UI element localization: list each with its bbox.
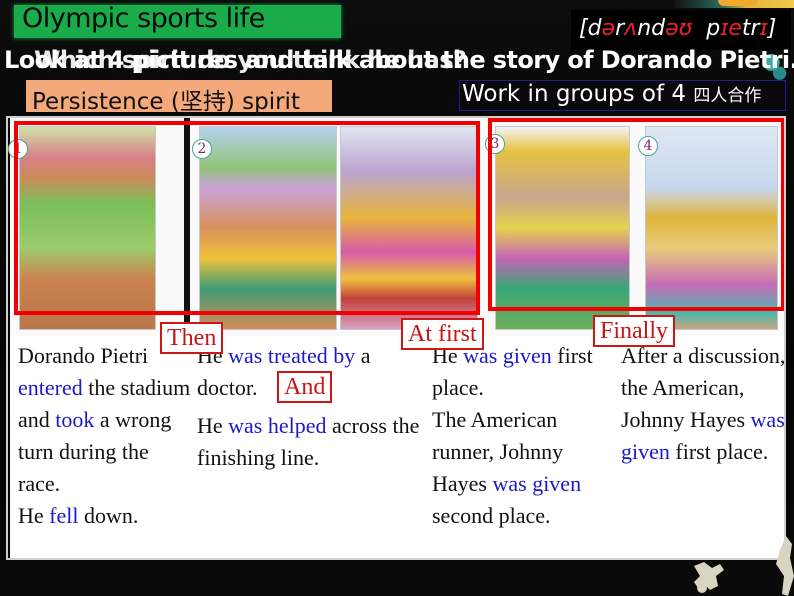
content-frame <box>6 116 786 560</box>
phonetic-box: [dərʌndəʊ pɪetrɪ] <box>571 10 791 50</box>
phonetic-segment: ɪ <box>759 16 768 41</box>
phonetic-segment: r <box>615 16 625 41</box>
phonetic-segment: ] <box>767 16 777 41</box>
phonetic-segment: tr <box>741 16 760 41</box>
slide: Olympic sports life [dərʌndəʊ pɪetrɪ] 1 … <box>0 0 794 596</box>
question-text: Which spirit do you think he has? <box>34 46 467 74</box>
slide-title: Olympic sports life <box>22 3 265 34</box>
group-work-label: Work in groups of 4 四人合作 <box>462 81 761 107</box>
phonetic-segment: nd <box>637 16 666 41</box>
spirit-label: Persistence (坚持) spirit <box>32 89 300 115</box>
group-work-text: Work in groups of 4 <box>462 81 687 107</box>
group-work-text-cn: 四人合作 <box>693 86 762 106</box>
phonetic-segment: ʌ <box>624 16 638 41</box>
phonetic-transcription: [dərʌndəʊ pɪetrɪ] <box>579 16 776 41</box>
runner-silhouette-icon <box>694 562 724 593</box>
decoration-top-gold <box>718 0 758 6</box>
phonetic-segment: əʊ <box>665 16 693 41</box>
phonetic-segment: e <box>728 16 742 41</box>
phonetic-segment: [d <box>579 16 602 41</box>
phonetic-segment: p <box>692 16 721 41</box>
phonetic-segment: ə <box>601 16 616 41</box>
runner-silhouette-icon <box>776 536 794 596</box>
